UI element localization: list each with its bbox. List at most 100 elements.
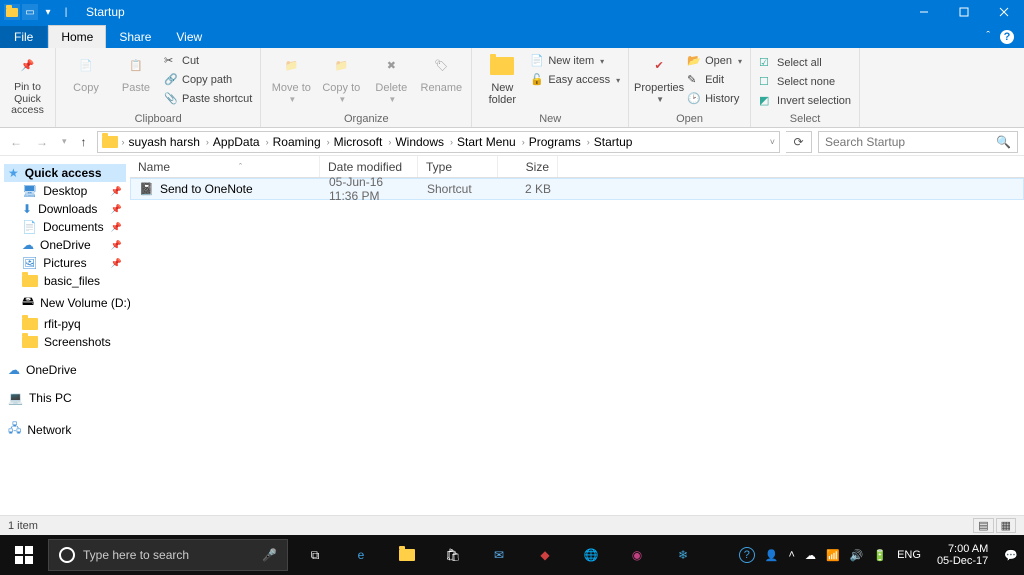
app3-icon[interactable]: ❄ xyxy=(660,535,706,575)
history-button[interactable]: 🕑History xyxy=(687,90,742,108)
nav-quick-access[interactable]: ★Quick access xyxy=(4,164,126,182)
tab-view[interactable]: View xyxy=(164,26,214,48)
task-view-button[interactable]: ⧉ xyxy=(292,535,338,575)
bc-seg[interactable]: AppData› xyxy=(213,135,271,149)
tray-lang[interactable]: ENG xyxy=(897,549,921,561)
tab-file[interactable]: File xyxy=(0,26,47,48)
bc-seg[interactable]: Windows› xyxy=(395,135,455,149)
ql-props-icon[interactable]: ▭ xyxy=(22,4,38,20)
paste-shortcut-button[interactable]: 📎Paste shortcut xyxy=(164,90,252,108)
folder-icon xyxy=(22,336,38,348)
tray-onedrive-icon[interactable]: ☁ xyxy=(805,549,816,562)
nav-screenshots[interactable]: Screenshots xyxy=(4,333,126,351)
select-none-button[interactable]: ☐Select none xyxy=(759,73,851,91)
col-size[interactable]: Size xyxy=(498,156,558,177)
copy-button[interactable]: 📄Copy xyxy=(64,50,108,94)
bc-seg[interactable]: Start Menu› xyxy=(457,135,527,149)
nav-rfit[interactable]: rfit-pyq xyxy=(4,315,126,333)
nav-this-pc[interactable]: 💻This PC xyxy=(4,389,126,407)
delete-icon: ✖ xyxy=(377,52,405,80)
tray-up-icon[interactable]: ˄ xyxy=(789,549,795,561)
chrome-icon[interactable]: 🌐 xyxy=(568,535,614,575)
delete-button[interactable]: ✖Delete▼ xyxy=(369,50,413,105)
maximize-button[interactable] xyxy=(944,0,984,24)
nav-documents[interactable]: 📄Documents📌 xyxy=(4,218,126,236)
nav-network[interactable]: 🖧Network xyxy=(4,417,126,442)
bc-seg[interactable]: Startup xyxy=(594,135,633,149)
forward-button[interactable]: → xyxy=(32,135,52,149)
breadcrumb-dropdown-icon[interactable]: ˅ xyxy=(770,137,775,147)
nav-basic-files[interactable]: basic_files xyxy=(4,272,126,290)
copy-to-button[interactable]: 📁Copy to▼ xyxy=(319,50,363,105)
new-item-button[interactable]: 📄New item▾ xyxy=(530,52,620,70)
col-type[interactable]: Type xyxy=(418,156,498,177)
mic-icon[interactable]: 🎤 xyxy=(262,548,277,562)
pin-icon: 📌 xyxy=(111,204,122,215)
mail-icon[interactable]: ✉ xyxy=(476,535,522,575)
tray-battery-icon[interactable]: 🔋 xyxy=(873,549,887,562)
pin-quick-access-button[interactable]: 📌 Pin to Quick access xyxy=(6,50,50,117)
nav-new-volume[interactable]: 🖴New Volume (D:) xyxy=(4,290,126,315)
tray-wifi-icon[interactable]: 📶 xyxy=(826,549,840,562)
ql-dropdown-icon[interactable]: ▾ xyxy=(40,4,56,20)
move-to-button[interactable]: 📁Move to▼ xyxy=(269,50,313,105)
refresh-button[interactable]: ⟳ xyxy=(786,131,812,153)
up-button[interactable]: ↑ xyxy=(77,135,91,149)
open-button[interactable]: 📂Open▾ xyxy=(687,52,742,70)
easy-access-button[interactable]: 🔓Easy access▾ xyxy=(530,71,620,89)
breadcrumb[interactable]: › suyash harsh› AppData› Roaming› Micros… xyxy=(97,131,780,153)
invert-selection-button[interactable]: ◩Invert selection xyxy=(759,92,851,110)
new-folder-button[interactable]: New folder xyxy=(480,50,524,106)
bc-seg[interactable]: Roaming› xyxy=(273,135,332,149)
action-center-icon[interactable]: 💬 xyxy=(1004,549,1018,562)
recent-dropdown[interactable]: ▾ xyxy=(58,136,71,147)
minimize-button[interactable] xyxy=(904,0,944,24)
edit-button[interactable]: ✎Edit xyxy=(687,71,742,89)
app2-icon[interactable]: ◉ xyxy=(614,535,660,575)
folder-icon xyxy=(22,318,38,330)
search-box[interactable]: 🔍 xyxy=(818,131,1018,153)
rename-button[interactable]: 🏷Rename xyxy=(419,50,463,94)
nav-onedrive[interactable]: ☁OneDrive xyxy=(4,361,126,379)
tab-share[interactable]: Share xyxy=(107,26,163,48)
help-icon[interactable]: ? xyxy=(1000,30,1014,44)
taskbar-search[interactable]: Type here to search 🎤 xyxy=(48,539,288,571)
close-button[interactable] xyxy=(984,0,1024,24)
view-large-icon[interactable]: ▦ xyxy=(996,518,1016,533)
pc-icon: 💻 xyxy=(8,391,23,405)
select-all-button[interactable]: ☑Select all xyxy=(759,54,851,72)
tab-home[interactable]: Home xyxy=(48,25,106,48)
nav-desktop[interactable]: 🖥Desktop📌 xyxy=(4,182,126,200)
store-icon[interactable]: 🛍 xyxy=(430,535,476,575)
bc-seg[interactable]: suyash harsh› xyxy=(129,135,211,149)
view-details-icon[interactable]: ▤ xyxy=(973,518,993,533)
explorer-icon[interactable] xyxy=(384,535,430,575)
nav-pictures[interactable]: 🖼Pictures📌 xyxy=(4,254,126,272)
column-headers[interactable]: Nameˆ Date modified Type Size xyxy=(130,156,1024,178)
copy-path-button[interactable]: 🔗Copy path xyxy=(164,71,252,89)
ql-folder-icon[interactable] xyxy=(4,4,20,20)
cut-button[interactable]: ✂Cut xyxy=(164,52,252,70)
tray-help-icon[interactable]: ? xyxy=(739,547,755,563)
col-name[interactable]: Nameˆ xyxy=(130,156,320,177)
app-icon[interactable]: ◆ xyxy=(522,535,568,575)
nav-downloads[interactable]: ⬇Downloads📌 xyxy=(4,200,126,218)
tray-volume-icon[interactable]: 🔊 xyxy=(850,549,864,562)
search-input[interactable] xyxy=(825,135,996,149)
tray-people-icon[interactable]: 👤 xyxy=(765,549,779,562)
nav-onedrive-pinned[interactable]: ☁OneDrive📌 xyxy=(4,236,126,254)
edge-icon[interactable]: e xyxy=(338,535,384,575)
col-date[interactable]: Date modified xyxy=(320,156,418,177)
documents-icon: 📄 xyxy=(22,220,37,234)
group-clipboard: Clipboard xyxy=(56,113,260,125)
edit-icon: ✎ xyxy=(687,73,701,87)
properties-button[interactable]: ✔Properties▼ xyxy=(637,50,681,105)
bc-seg[interactable]: Programs› xyxy=(529,135,592,149)
ribbon-collapse-icon[interactable]: ˆ xyxy=(986,30,990,44)
bc-seg[interactable]: Microsoft› xyxy=(334,135,394,149)
back-button[interactable]: ← xyxy=(6,135,26,149)
start-button[interactable] xyxy=(0,535,48,575)
tray-clock[interactable]: 7:00 AM 05-Dec-17 xyxy=(931,543,994,567)
file-row[interactable]: 📓Send to OneNote 05-Jun-16 11:36 PM Shor… xyxy=(130,178,1024,200)
paste-button[interactable]: 📋Paste xyxy=(114,50,158,94)
